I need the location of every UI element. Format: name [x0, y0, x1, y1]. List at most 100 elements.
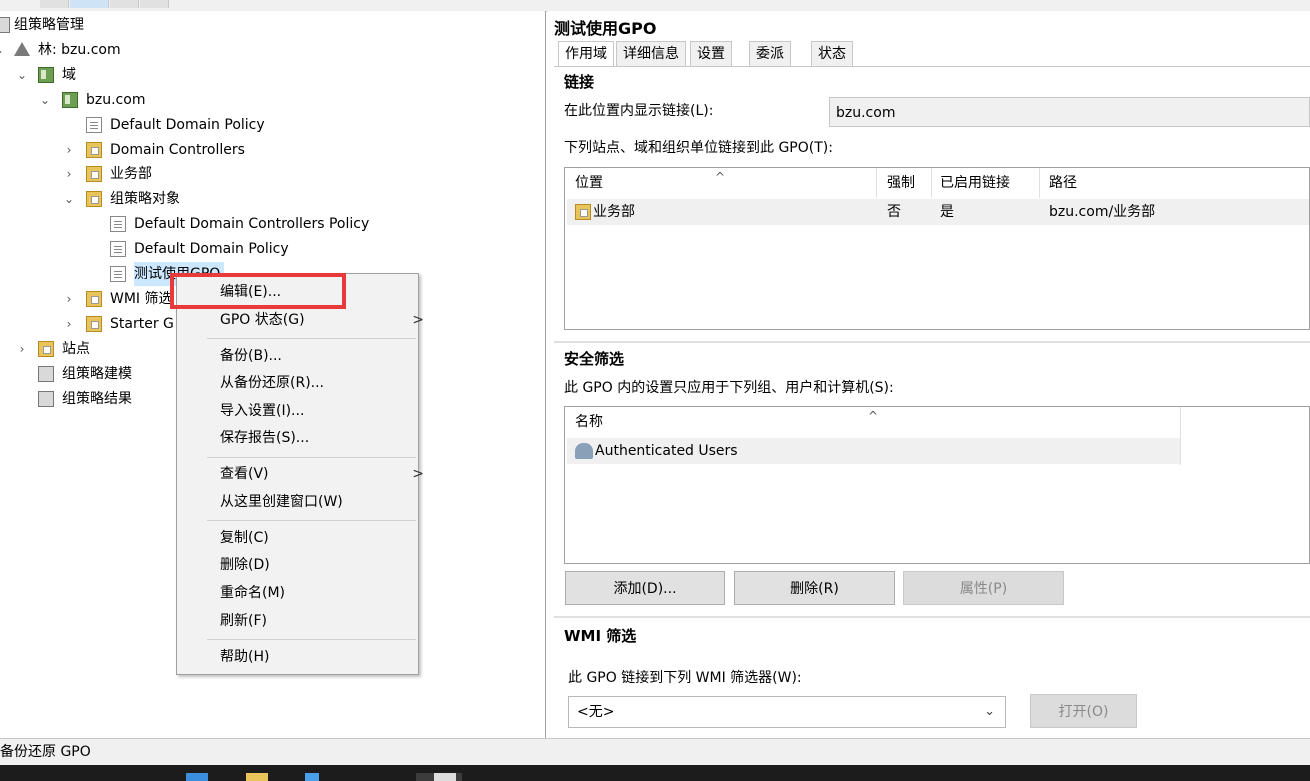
context-menu: 编辑(E)... GPO 状态(G) > 备份(B)... 从备份还原(R)..… [176, 273, 424, 675]
taskbar-app-icon[interactable] [186, 773, 208, 781]
add-button[interactable]: 添加(D)... [565, 571, 725, 605]
tree-item-label: 站点 [62, 341, 90, 357]
security-description: 此 GPO 内的设置只应用于下列组、用户和计算机(S): [564, 380, 894, 396]
chevron-right-icon: > [412, 466, 424, 482]
chevron-down-icon[interactable]: ⌄ [15, 63, 29, 87]
column-name[interactable]: 名称 [575, 407, 603, 437]
tree-item-label: Domain Controllers [110, 142, 245, 158]
tab-scope[interactable]: 作用域 [558, 41, 614, 67]
notepad-icon [434, 773, 456, 781]
column-divider [1180, 407, 1181, 465]
tree-item-label: 组策略建模 [62, 366, 132, 382]
table-row[interactable]: Authenticated Users [567, 438, 1180, 464]
column-link-enabled[interactable]: 已启用链接 [940, 168, 1010, 198]
gpo-icon [110, 241, 126, 257]
users-group-icon [575, 443, 593, 459]
cell-name: Authenticated Users [595, 443, 738, 459]
gpo-title: 测试使用GPO [554, 19, 657, 38]
security-list[interactable]: 名称 ^ Authenticated Users [564, 406, 1310, 564]
menu-item-label: 查看(V) [220, 466, 269, 482]
wmi-filter-select[interactable]: <无> ⌄ [568, 696, 1006, 728]
toolbar-fragment [40, 0, 69, 8]
taskbar [0, 765, 1310, 781]
cell-path: bzu.com/业务部 [1049, 204, 1156, 220]
tab-divider [554, 66, 1310, 67]
modeling-icon [38, 366, 54, 382]
menu-item-view[interactable]: 查看(V) > [220, 461, 424, 488]
gpo-icon [110, 216, 126, 232]
menu-item-refresh[interactable]: 刷新(F) [220, 608, 267, 635]
details-pane: 测试使用GPO 作用域 详细信息 设置 委派 状态 链接 在此位置内显示链接(L… [548, 11, 1310, 738]
chevron-down-icon[interactable]: ⌄ [0, 38, 6, 62]
chevron-right-icon[interactable]: › [62, 312, 76, 336]
sites-icon [38, 341, 54, 357]
taskbar-app-icon[interactable] [305, 773, 319, 781]
tree-item-label: Starter G [110, 316, 174, 332]
sort-arrow-icon: ^ [715, 170, 726, 184]
wmi-selected-value: <无> [577, 704, 615, 720]
chevron-down-icon[interactable]: ⌄ [62, 187, 76, 211]
domains-icon [38, 67, 54, 83]
toolbar-fragment [70, 0, 109, 8]
chevron-down-icon[interactable]: ⌄ [38, 88, 52, 112]
column-enforced[interactable]: 强制 [887, 168, 915, 198]
status-bar: 备份还原 GPO [0, 738, 1310, 766]
tree-item-label: 组策略结果 [62, 391, 132, 407]
column-divider [1039, 168, 1040, 198]
results-icon [38, 391, 54, 407]
links-list[interactable]: 位置 ^ 强制 已启用链接 路径 业务部 否 是 bzu.com/业务部 [564, 167, 1310, 330]
starter-folder-icon [86, 316, 102, 332]
tree-item-label: 林: bzu.com [38, 42, 121, 58]
menu-item-help[interactable]: 帮助(H) [220, 644, 269, 671]
tab-status[interactable]: 状态 [811, 41, 853, 66]
menu-separator [207, 520, 416, 521]
table-row[interactable]: 业务部 否 是 bzu.com/业务部 [567, 199, 1309, 225]
display-links-field[interactable]: bzu.com [829, 97, 1310, 127]
section-divider [554, 616, 1310, 618]
menu-item-backup[interactable]: 备份(B)... [220, 343, 282, 370]
open-button[interactable]: 打开(O) [1030, 694, 1137, 728]
tree-item-label: bzu.com [86, 92, 146, 108]
menu-separator [207, 338, 416, 339]
gpo-link-icon [86, 117, 102, 133]
chevron-right-icon[interactable]: › [62, 138, 76, 162]
folder-icon[interactable] [246, 773, 268, 781]
menu-item-rename[interactable]: 重命名(M) [220, 580, 285, 607]
toolbar-fragment [110, 0, 139, 8]
chevron-right-icon[interactable]: › [15, 337, 29, 361]
tree-item-label: 域 [62, 67, 76, 83]
menu-item-save-report[interactable]: 保存报告(S)... [220, 425, 309, 452]
column-location[interactable]: 位置 [575, 168, 603, 198]
menu-item-new-window[interactable]: 从这里创建窗口(W) [220, 489, 343, 516]
column-path[interactable]: 路径 [1049, 168, 1077, 198]
menu-item-restore[interactable]: 从备份还原(R)... [220, 370, 324, 397]
properties-button[interactable]: 属性(P) [903, 571, 1064, 605]
tab-delegation[interactable]: 委派 [749, 41, 791, 66]
menu-item-delete[interactable]: 删除(D) [220, 552, 270, 579]
domain-icon [62, 92, 78, 108]
ou-icon [86, 142, 102, 158]
tree-item-label: Default Domain Policy [134, 241, 289, 257]
menu-item-copy[interactable]: 复制(C) [220, 525, 269, 552]
gpo-folder-icon [86, 191, 102, 207]
chevron-right-icon[interactable]: › [62, 287, 76, 311]
tree-item-label: WMI 筛选 [110, 291, 173, 307]
gpm-icon [0, 17, 10, 33]
display-links-label: 在此位置内显示链接(L): [564, 103, 714, 119]
tree-item-label: 组策略管理 [14, 17, 84, 33]
menu-item-gpo-status[interactable]: GPO 状态(G) > [220, 307, 424, 334]
chevron-down-icon: ⌄ [984, 704, 995, 719]
menu-separator [207, 639, 416, 640]
section-divider [554, 341, 1310, 343]
chevron-right-icon[interactable]: › [62, 162, 76, 186]
remove-button[interactable]: 删除(R) [734, 571, 895, 605]
tree-item-label: Default Domain Controllers Policy [134, 216, 370, 232]
menu-item-import[interactable]: 导入设置(I)... [220, 398, 304, 425]
wmi-description: 此 GPO 链接到下列 WMI 筛选器(W): [568, 670, 802, 686]
tab-details[interactable]: 详细信息 [616, 41, 686, 66]
cell-location: 业务部 [593, 204, 635, 220]
tab-settings[interactable]: 设置 [690, 41, 732, 66]
ou-icon [86, 166, 102, 182]
ou-icon [575, 204, 591, 220]
menu-item-label: GPO 状态(G) [220, 312, 305, 328]
